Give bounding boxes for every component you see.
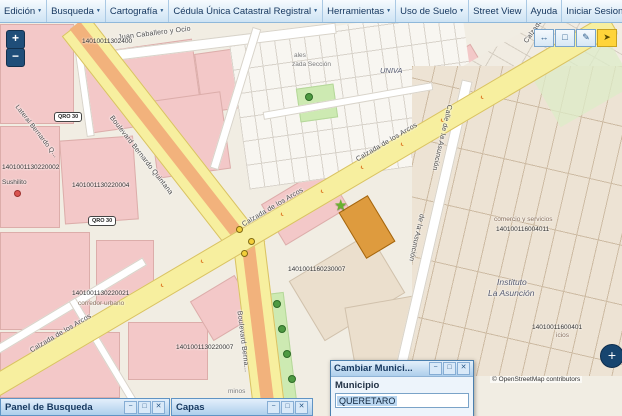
place-label: UNIVA	[380, 66, 403, 75]
menu-ayuda[interactable]: Ayuda	[527, 0, 563, 22]
municipio-input[interactable]: QUERETARO	[335, 393, 469, 408]
menu-label: Edición	[4, 6, 35, 17]
chevron-down-icon: ▼	[386, 8, 391, 14]
zoom-out-button[interactable]: −	[6, 48, 25, 67]
menu-label: Ayuda	[531, 6, 558, 17]
parcel-id-label: 1401001130220007	[176, 344, 233, 351]
app-window: Edición▼ Busqueda▼ Cartografía▼ Cédula Ú…	[0, 0, 622, 416]
close-icon[interactable]: ✕	[457, 362, 470, 375]
menu-uso-de-suelo[interactable]: Uso de Suelo▼	[396, 0, 469, 22]
window-title: Cambiar Munici...	[334, 363, 428, 374]
place-label: Instituto	[497, 277, 527, 287]
menu-label: Iniciar Sesion	[566, 6, 622, 17]
map-toolbar: ↔ □ ✎ ➤	[534, 29, 617, 47]
menu-cedula-unica[interactable]: Cédula Única Catastral Registral▼	[169, 0, 323, 22]
place-fragment-label: zada Sección	[292, 61, 331, 68]
parcel-id-label: 14010011302400	[82, 38, 132, 45]
landuse-label: corredor urbano	[78, 300, 124, 307]
zoom-extent-tool-icon[interactable]: □	[555, 29, 575, 47]
panel-title: Panel de Busqueda	[5, 402, 123, 413]
chevron-down-icon: ▼	[159, 8, 164, 14]
menu-label: Uso de Suelo	[400, 6, 457, 17]
tree-icon	[273, 300, 281, 308]
menu-label: Cédula Única Catastral Registral	[173, 6, 311, 17]
chevron-down-icon: ▼	[459, 8, 464, 14]
panel-capas-bar[interactable]: Capas − □ ✕	[171, 398, 313, 416]
traffic-signal-icon	[248, 238, 255, 245]
minimize-icon[interactable]: −	[267, 401, 280, 414]
menu-label: Cartografía	[110, 6, 158, 17]
parcel-id-label: 1401001130220021	[72, 290, 129, 297]
traffic-signal-icon	[236, 226, 243, 233]
parcel-id-label: 1401001160230007	[288, 266, 345, 273]
route-shield: QRO 30	[88, 216, 116, 226]
main-menu-bar: Edición▼ Busqueda▼ Cartografía▼ Cédula Ú…	[0, 0, 622, 23]
poi-marker-icon	[14, 190, 21, 197]
landuse-label: comercio y servicios	[494, 216, 553, 223]
pan-tool-icon[interactable]: ↔	[534, 29, 554, 47]
municipio-value: QUERETARO	[337, 396, 397, 406]
place-fragment-label: ales	[294, 52, 306, 59]
select-tool-icon[interactable]: ➤	[597, 29, 617, 47]
tree-icon	[305, 93, 313, 101]
place-label: La Asunción	[488, 288, 534, 298]
menu-busqueda[interactable]: Busqueda▼	[47, 0, 106, 22]
expand-panel-button[interactable]: +	[600, 344, 622, 368]
parcel-id-label: 1401001130220002	[2, 164, 60, 171]
minimize-icon[interactable]: −	[124, 401, 137, 414]
maximize-icon[interactable]: □	[281, 401, 294, 414]
parcel-id-label: 14010011600401	[532, 324, 582, 331]
route-shield: QRO 30	[54, 112, 82, 122]
panel-title: Capas	[176, 402, 266, 413]
minimize-icon[interactable]: −	[429, 362, 442, 375]
menu-street-view[interactable]: Street View	[469, 0, 526, 22]
parcel-id-label: 140100116004011	[496, 226, 549, 233]
maximize-icon[interactable]: □	[138, 401, 151, 414]
draw-tool-icon[interactable]: ✎	[576, 29, 596, 47]
tree-icon	[288, 375, 296, 383]
poi-label: Sushilito	[2, 179, 27, 186]
place-fragment-label: minos	[228, 388, 245, 395]
panel-busqueda-bar[interactable]: Panel de Busqueda − □ ✕	[0, 398, 170, 416]
close-icon[interactable]: ✕	[152, 401, 165, 414]
retail-block	[0, 126, 60, 228]
window-titlebar[interactable]: Cambiar Munici... − □ ✕	[331, 361, 473, 377]
tree-icon	[278, 325, 286, 333]
selected-location-star: ★	[334, 198, 347, 213]
menu-label: Herramientas	[327, 6, 384, 17]
traffic-signal-icon	[241, 250, 248, 257]
window-body: Municipio QUERETARO	[331, 377, 473, 410]
chevron-down-icon: ▼	[37, 8, 42, 14]
menu-herramientas[interactable]: Herramientas▼	[323, 0, 396, 22]
zoom-in-button[interactable]: +	[6, 30, 25, 49]
menu-label: Street View	[473, 6, 521, 17]
osm-attribution: © OpenStreetMap contributors	[490, 376, 582, 383]
retail-block	[59, 136, 139, 225]
menu-cartografia[interactable]: Cartografía▼	[106, 0, 169, 22]
parcel-id-label: 1401001130220004	[72, 182, 129, 189]
place-fragment-label: icios	[556, 332, 569, 339]
close-icon[interactable]: ✕	[295, 401, 308, 414]
menu-iniciar-sesion[interactable]: Iniciar Sesion	[562, 0, 622, 22]
menu-edicion[interactable]: Edición▼	[0, 0, 47, 22]
municipio-label: Municipio	[335, 380, 469, 391]
cambiar-municipio-window: Cambiar Munici... − □ ✕ Municipio QUERET…	[330, 360, 474, 416]
tree-icon	[283, 350, 291, 358]
chevron-down-icon: ▼	[313, 8, 318, 14]
maximize-icon[interactable]: □	[443, 362, 456, 375]
chevron-down-icon: ▼	[96, 8, 101, 14]
menu-label: Busqueda	[51, 6, 94, 17]
